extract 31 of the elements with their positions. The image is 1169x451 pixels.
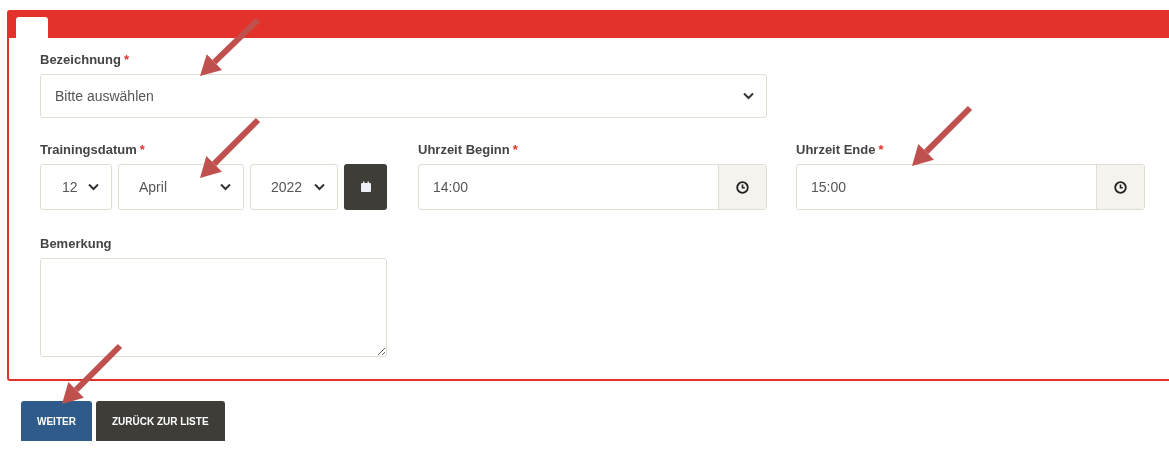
remark-field[interactable] (40, 258, 387, 357)
annotation-arrow (200, 117, 261, 178)
field-label: Uhrzeit Ende (796, 142, 876, 157)
calendar-button[interactable] (344, 164, 387, 210)
field-label: Bemerkung (40, 236, 112, 251)
caret-icon (220, 183, 231, 191)
clock-icon (1114, 180, 1127, 194)
select-field[interactable]: Bitte auswählen (40, 74, 767, 118)
time-field[interactable]: 14:00 (418, 164, 767, 210)
caret-icon (88, 183, 99, 191)
tab[interactable] (16, 17, 48, 38)
select-field[interactable]: 12 (40, 164, 112, 210)
caret-icon (743, 92, 754, 100)
required-mark-text: * (123, 52, 129, 67)
required-mark-text: * (878, 142, 884, 157)
next-button[interactable]: WEITER (21, 401, 92, 441)
clock-icon (736, 180, 749, 194)
back-to-list-button[interactable]: ZURÜCK ZUR LISTE (95, 401, 225, 441)
required-mark-text: * (139, 142, 145, 157)
required-mark-text: * (512, 142, 518, 157)
annotation-arrow (200, 17, 261, 76)
caret-icon (314, 183, 325, 191)
time-field[interactable]: 15:00 (796, 164, 1145, 210)
field-label: Uhrzeit Beginn (418, 142, 510, 157)
field-label: Bezeichnung (40, 52, 121, 67)
annotation-arrow (62, 343, 123, 404)
field-label: Trainingsdatum (40, 142, 137, 157)
select-field[interactable]: April (118, 164, 244, 210)
select-field[interactable]: 2022 (250, 164, 338, 210)
calendar-icon (359, 181, 372, 193)
annotation-arrow (912, 105, 973, 166)
